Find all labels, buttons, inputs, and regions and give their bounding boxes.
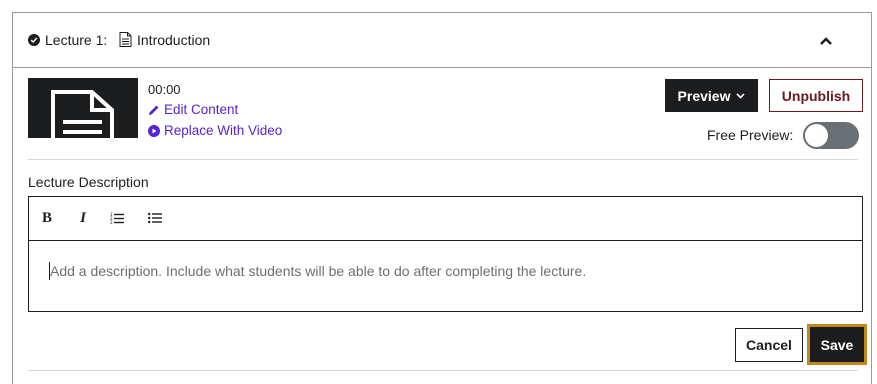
document-icon: [119, 32, 132, 47]
description-placeholder: Add a description. Include what students…: [50, 263, 587, 279]
free-preview-label: Free Preview:: [707, 127, 794, 143]
lecture-duration: 00:00: [148, 82, 181, 97]
edit-content-label: Edit Content: [164, 102, 239, 117]
svg-text:3: 3: [110, 220, 113, 224]
cancel-button[interactable]: Cancel: [735, 328, 803, 362]
play-circle-icon: [148, 124, 160, 137]
divider: [28, 159, 858, 160]
replace-with-video-link[interactable]: Replace With Video: [148, 123, 282, 138]
bold-button[interactable]: B: [39, 210, 55, 226]
lecture-number: Lecture 1:: [45, 32, 108, 48]
preview-label: Preview: [677, 87, 731, 104]
pencil-icon: [149, 105, 159, 115]
save-button[interactable]: Save: [807, 324, 867, 365]
unordered-list-button[interactable]: [147, 210, 163, 226]
free-preview-toggle[interactable]: [803, 122, 859, 149]
unpublish-button[interactable]: Unpublish: [769, 79, 863, 112]
description-input[interactable]: Add a description. Include what students…: [29, 241, 862, 312]
edit-content-link[interactable]: Edit Content: [148, 102, 238, 117]
preview-button[interactable]: Preview: [665, 79, 758, 112]
document-icon: [51, 90, 114, 138]
ordered-list-icon: 1 2 3: [110, 212, 124, 224]
lecture-title: Introduction: [137, 32, 211, 48]
editor-toolbar: B I 1 2 3: [29, 197, 862, 241]
lecture-header[interactable]: Lecture 1: Introduction: [13, 13, 871, 68]
check-circle-icon: [28, 34, 40, 46]
description-editor: B I 1 2 3 Add a description. Include wha…: [28, 196, 863, 312]
replace-with-video-label: Replace With Video: [164, 123, 283, 138]
chevron-down-icon: [736, 92, 746, 99]
toggle-knob: [805, 124, 828, 147]
italic-button[interactable]: I: [75, 210, 91, 226]
chevron-up-icon[interactable]: [819, 36, 833, 46]
ordered-list-button[interactable]: 1 2 3: [109, 210, 125, 226]
divider: [28, 370, 858, 371]
unordered-list-icon: [148, 212, 162, 224]
lecture-thumbnail: [28, 78, 138, 138]
lecture-description-label: Lecture Description: [28, 174, 149, 190]
lecture-card: Lecture 1: Introduction 00:00 Edit Conte…: [12, 12, 872, 384]
